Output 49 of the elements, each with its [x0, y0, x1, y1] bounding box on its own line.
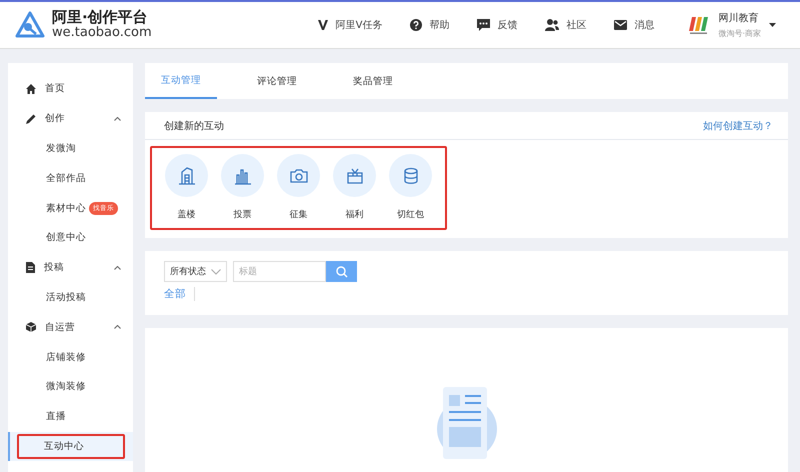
- box-icon: [26, 322, 36, 332]
- help-link[interactable]: 如何创建互动？: [703, 118, 773, 132]
- sidebar-item[interactable]: 创意中心: [8, 222, 133, 253]
- logo-url: we.taobao.com: [52, 26, 152, 40]
- mail-icon: [614, 20, 628, 30]
- sidebar-item[interactable]: 微淘装修: [8, 372, 133, 402]
- chevron-icon[interactable]: [114, 325, 121, 330]
- v-icon: [316, 19, 329, 31]
- sidebar-item[interactable]: 互动中心: [8, 432, 133, 462]
- brand-logo-icon: [688, 15, 710, 35]
- search-icon: [336, 266, 348, 278]
- gift-icon: [346, 166, 364, 184]
- account-role: 微淘号·商家: [718, 28, 761, 39]
- bar-chart-icon: [234, 166, 252, 184]
- sidebar-item[interactable]: 自运营: [8, 312, 133, 342]
- pencil-icon: [26, 114, 36, 124]
- tab[interactable]: 评论管理: [241, 63, 313, 99]
- chat-icon: [477, 19, 490, 31]
- help-icon: [410, 19, 422, 31]
- sidebar-item[interactable]: 全部作品: [8, 163, 133, 194]
- sidebar-item[interactable]: 投稿: [8, 252, 133, 283]
- chevron-icon[interactable]: [114, 116, 121, 121]
- section-title: 创建新的互动: [164, 120, 224, 132]
- logo-title: 阿里·创作平台: [52, 10, 148, 26]
- sidebar-item[interactable]: 直播: [8, 402, 133, 432]
- account-name[interactable]: 网川教育: [718, 11, 761, 25]
- document-icon: [26, 262, 35, 274]
- sidebar-item[interactable]: 创作: [8, 104, 133, 134]
- chevron-icon: [211, 268, 221, 274]
- people-icon: [545, 19, 560, 31]
- sidebar-item[interactable]: 首页: [8, 74, 133, 104]
- nav-link[interactable]: 阿里V任务: [316, 18, 382, 32]
- caret-icon[interactable]: [769, 23, 776, 27]
- nav-link[interactable]: 消息: [614, 18, 654, 32]
- coins-icon: [402, 166, 418, 184]
- logo-icon: [14, 10, 46, 40]
- tab[interactable]: 奖品管理: [337, 63, 409, 99]
- search-field[interactable]: 标题: [233, 261, 326, 282]
- nav-link[interactable]: 反馈: [477, 18, 518, 32]
- chevron-icon[interactable]: [114, 266, 121, 270]
- nav-link[interactable]: 社区: [545, 18, 586, 32]
- nav-link[interactable]: 帮助: [410, 18, 450, 32]
- sidebar-item[interactable]: 店铺装修: [8, 342, 133, 372]
- camera-icon: [290, 168, 308, 184]
- building-icon: [178, 166, 196, 184]
- sidebar-item[interactable]: 发微淘: [8, 134, 133, 164]
- home-icon: [26, 84, 36, 94]
- sidebar-item[interactable]: 活动投稿: [8, 282, 133, 312]
- status-select[interactable]: 所有状态: [164, 261, 227, 282]
